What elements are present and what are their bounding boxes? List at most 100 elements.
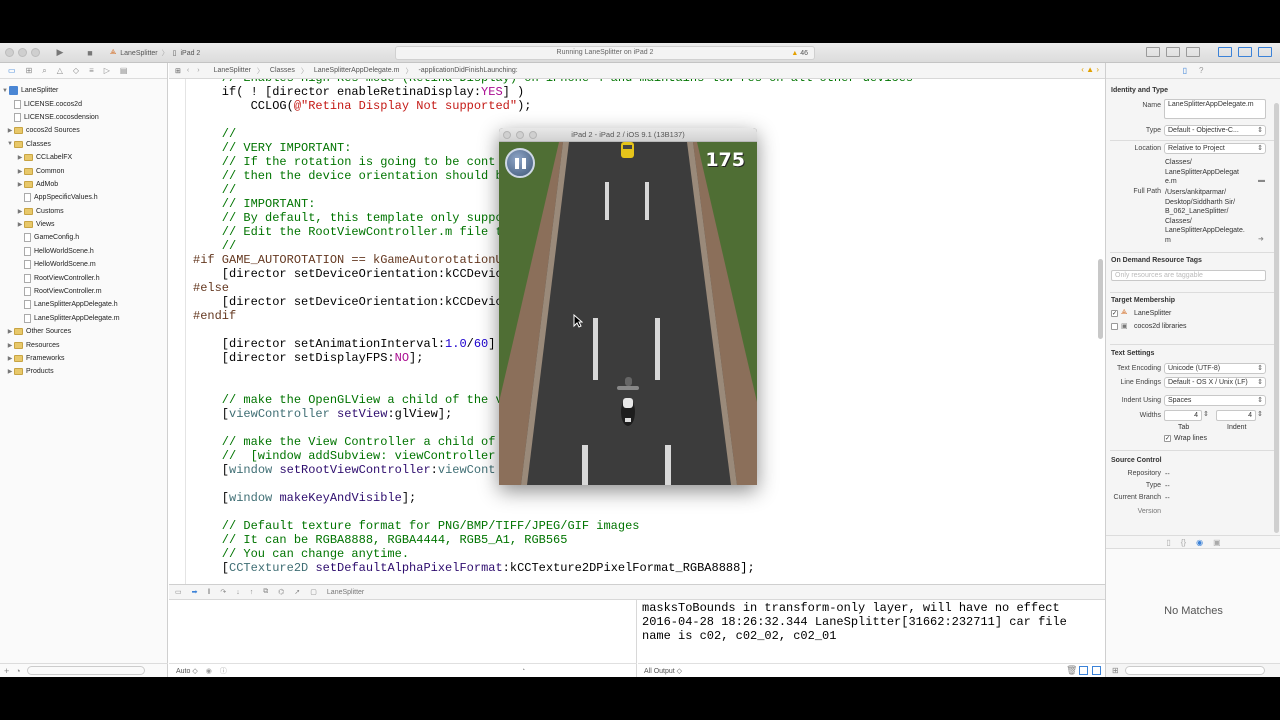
standard-editor-icon[interactable] <box>1146 47 1160 57</box>
version-editor-icon[interactable] <box>1186 47 1200 57</box>
step-over-icon[interactable]: ↷ <box>220 588 226 596</box>
report-navigator-tab-icon[interactable]: ▤ <box>120 66 128 75</box>
info-icon[interactable]: ⓘ <box>220 666 227 676</box>
target-checkbox-lanesplitter[interactable]: ✓ <box>1111 310 1118 317</box>
text-encoding-popup[interactable]: Unicode (UTF-8) <box>1164 363 1266 374</box>
library-filter-field[interactable] <box>1124 666 1265 675</box>
disclosure-closed-icon[interactable]: ▶ <box>16 154 24 161</box>
debug-navigator-tab-icon[interactable]: ≡ <box>89 66 94 75</box>
console-output[interactable]: masksToBounds in transform-only layer, w… <box>642 601 1067 643</box>
step-in-icon[interactable]: ↓ <box>236 589 240 596</box>
stop-button[interactable]: ■ <box>83 46 97 59</box>
code-line[interactable]: // Default texture format for PNG/BMP/TI… <box>193 519 913 533</box>
jump-crumb-project[interactable]: LaneSplitter <box>214 67 251 74</box>
trash-icon[interactable]: 🗑 <box>1066 666 1077 675</box>
file-tree-item[interactable]: LaneSplitterAppDelegate.h <box>0 298 168 311</box>
line-gutter[interactable] <box>169 79 186 584</box>
add-file-icon[interactable]: + <box>4 666 9 676</box>
target-checkbox-cocos2d[interactable] <box>1111 323 1118 330</box>
location-icon[interactable]: ➚ <box>294 588 300 596</box>
file-tree-item[interactable]: LICENSE.cocos2d <box>0 97 168 110</box>
debug-target-label[interactable]: LaneSplitter <box>327 589 364 596</box>
quick-help-tab-icon[interactable]: ? <box>1199 66 1203 75</box>
file-tree-item[interactable]: LICENSE.cocosdension <box>0 111 168 124</box>
folder-icon[interactable]: ▬ <box>1258 177 1265 184</box>
file-tree-item[interactable]: ▶ Resources <box>0 338 168 351</box>
name-field[interactable]: LaneSplitterAppDelegate.m <box>1164 99 1266 119</box>
breakpoints-toggle-icon[interactable]: ➡ <box>192 588 198 596</box>
game-screen[interactable]: 175 <box>499 142 757 485</box>
disclosure-open-icon[interactable]: ▼ <box>1 88 9 94</box>
file-tree-item[interactable]: ▶ Customs <box>0 205 168 218</box>
close-window-button[interactable] <box>5 48 14 57</box>
console-output-popup[interactable]: All Output ◇ <box>644 667 682 675</box>
memory-graph-icon[interactable]: ⌬ <box>278 588 284 596</box>
view-debugger-icon[interactable]: ⧉ <box>263 588 268 596</box>
pause-icon[interactable]: ‖ <box>208 589 211 596</box>
disclosure-closed-icon[interactable]: ▶ <box>16 181 24 188</box>
test-navigator-tab-icon[interactable]: ◇ <box>73 66 79 75</box>
warnings-badge[interactable]: ▲ 46 <box>791 48 808 60</box>
simulator-window[interactable]: iPad 2 - iPad 2 / iOS 9.1 (13B137) 175 <box>499 128 757 485</box>
file-type-popup[interactable]: Default - Objective-C... <box>1164 125 1266 136</box>
disclosure-closed-icon[interactable]: ▶ <box>16 208 24 215</box>
run-button[interactable]: ▶ <box>53 46 67 59</box>
indent-width-field[interactable]: 4 <box>1216 410 1256 421</box>
wrap-lines-checkbox[interactable]: ✓ <box>1164 435 1171 442</box>
file-template-library-icon[interactable]: ▯ <box>1166 538 1170 547</box>
file-inspector-tab-icon[interactable]: ▯ <box>1183 66 1187 75</box>
show-variables-icon[interactable] <box>1079 666 1088 675</box>
tab-stepper-icon[interactable]: ⇕ <box>1203 410 1209 418</box>
reveal-in-finder-icon[interactable]: ➜ <box>1258 235 1264 243</box>
disclosure-closed-icon[interactable]: ▶ <box>6 342 14 349</box>
file-tree-item[interactable]: HelloWorldScene.h <box>0 245 168 258</box>
file-tree-item[interactable]: LaneSplitterAppDelegate.m <box>0 312 168 325</box>
file-tree-item[interactable]: ▼ Classes <box>0 138 168 151</box>
file-tree-item[interactable]: ▶ Common <box>0 164 168 177</box>
jump-crumb-file[interactable]: LaneSplitterAppDelegate.m <box>314 67 400 74</box>
jump-crumb-method[interactable]: -applicationDidFinishLaunching: <box>418 67 517 74</box>
file-tree-item[interactable]: ▶ cocos2d Sources <box>0 124 168 137</box>
navigator-toggle-icon[interactable] <box>1218 47 1232 57</box>
zoom-window-button[interactable] <box>31 48 40 57</box>
file-tree-item[interactable]: ▶ Other Sources <box>0 325 168 338</box>
file-tree-item[interactable]: ▶ Products <box>0 365 168 378</box>
step-out-icon[interactable]: ↑ <box>250 589 254 596</box>
utilities-toggle-icon[interactable] <box>1258 47 1272 57</box>
disclosure-closed-icon[interactable]: ▶ <box>6 368 14 375</box>
variables-view[interactable]: Auto ◇ ◉ ⓘ ◔ <box>169 600 637 677</box>
file-tree-item[interactable]: ▼ LaneSplitter <box>0 84 168 97</box>
file-tree-item[interactable]: ▶ AdMob <box>0 178 168 191</box>
indent-using-popup[interactable]: Spaces <box>1164 395 1266 406</box>
grid-view-icon[interactable]: ⊞ <box>1112 666 1119 675</box>
issue-nav-arrows-icon[interactable]: ‹ ▲ › <box>1081 65 1099 74</box>
code-snippet-library-icon[interactable]: {} <box>1181 538 1186 547</box>
location-popup[interactable]: Relative to Project <box>1164 143 1266 154</box>
code-line[interactable]: CCLOG(@"Retina Display Not supported"); <box>193 99 913 113</box>
disclosure-closed-icon[interactable]: ▶ <box>6 355 14 362</box>
line-endings-popup[interactable]: Default - OS X / Unix (LF) <box>1164 377 1266 388</box>
file-tree-item[interactable]: ▶ CCLabelFX <box>0 151 168 164</box>
code-line[interactable] <box>193 505 913 519</box>
file-tree-item[interactable]: GameConfig.h <box>0 231 168 244</box>
related-items-icon[interactable]: ⊞ <box>175 67 181 75</box>
editor-scrollbar[interactable] <box>1098 259 1103 339</box>
disclosure-closed-icon[interactable]: ▶ <box>6 328 14 335</box>
project-navigator-tab-icon[interactable]: ▭ <box>8 66 16 75</box>
file-tree-item[interactable]: RootViewController.m <box>0 285 168 298</box>
navigator-filter-field[interactable] <box>26 666 145 675</box>
breakpoint-navigator-tab-icon[interactable]: ▷ <box>104 66 110 75</box>
disclosure-closed-icon[interactable]: ▶ <box>16 168 24 175</box>
find-navigator-tab-icon[interactable]: ⌕ <box>42 66 46 76</box>
symbol-navigator-tab-icon[interactable]: ⊞ <box>26 66 33 75</box>
code-line[interactable]: // It can be RGBA8888, RGBA4444, RGB5_A1… <box>193 533 913 547</box>
debug-area-toggle-icon[interactable] <box>1238 47 1252 57</box>
show-console-icon[interactable] <box>1092 666 1101 675</box>
back-arrow-icon[interactable]: ‹ <box>187 67 189 74</box>
code-line[interactable] <box>193 113 913 127</box>
code-line[interactable]: // You can change anytime. <box>193 547 913 561</box>
assistant-editor-icon[interactable] <box>1166 47 1180 57</box>
minimize-window-button[interactable] <box>18 48 27 57</box>
code-line[interactable]: if( ! [director enableRetinaDisplay:YES]… <box>193 85 913 99</box>
forward-arrow-icon[interactable]: › <box>197 67 199 74</box>
